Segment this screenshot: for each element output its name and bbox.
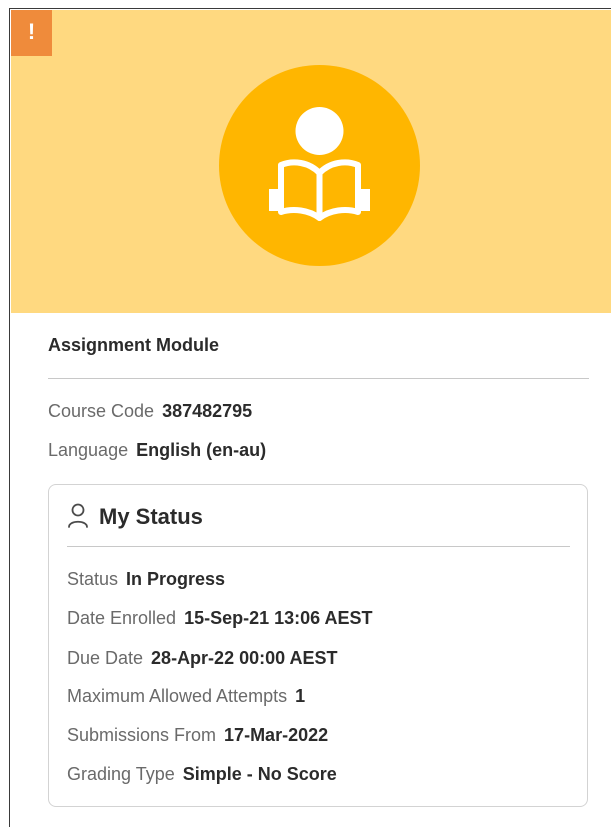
course-code-row: Course Code 387482795	[48, 401, 252, 422]
status-field-grading-type: Grading Type Simple - No Score	[67, 764, 337, 785]
field-value: 1	[295, 686, 306, 706]
language-label: Language	[48, 440, 129, 460]
field-label: Grading Type	[67, 764, 175, 784]
status-divider	[67, 546, 570, 547]
field-label: Maximum Allowed Attempts	[67, 686, 288, 706]
field-label: Status	[67, 569, 119, 589]
exclamation-icon: !	[27, 19, 36, 44]
field-value: 28-Apr-22 00:00 AEST	[151, 648, 338, 668]
status-field-date-enrolled: Date Enrolled 15-Sep-21 13:06 AEST	[67, 608, 373, 629]
alert-badge[interactable]: !	[11, 10, 52, 56]
my-status-heading: My Status	[99, 504, 203, 529]
status-field-max-attempts: Maximum Allowed Attempts 1	[67, 686, 305, 707]
module-title: Assignment Module	[48, 335, 220, 355]
my-status-panel	[48, 484, 588, 807]
title-divider	[48, 378, 589, 379]
reading-book-icon	[269, 107, 370, 221]
field-label: Submissions From	[67, 725, 217, 745]
language-value: English (en-au)	[136, 440, 267, 460]
course-code-label: Course Code	[48, 401, 155, 421]
status-field-due-date: Due Date 28-Apr-22 00:00 AEST	[67, 648, 337, 669]
person-icon	[68, 503, 88, 528]
field-value: In Progress	[126, 569, 226, 589]
field-value: 17-Mar-2022	[224, 725, 329, 745]
my-status-header: My Status	[67, 502, 203, 532]
status-field-status: Status In Progress	[67, 569, 225, 590]
language-row: Language English (en-au)	[48, 440, 266, 461]
field-label: Date Enrolled	[67, 608, 177, 628]
status-field-submissions-from: Submissions From 17-Mar-2022	[67, 725, 328, 746]
field-value: Simple - No Score	[182, 764, 337, 784]
field-label: Due Date	[67, 648, 144, 668]
course-code-value: 387482795	[162, 401, 253, 421]
module-icon-circle	[219, 65, 420, 266]
field-value: 15-Sep-21 13:06 AEST	[184, 608, 373, 628]
